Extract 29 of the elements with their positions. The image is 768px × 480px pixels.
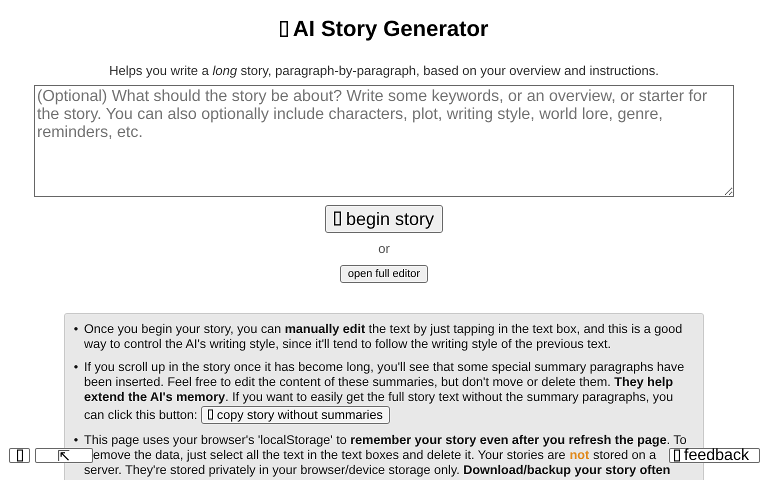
begin-story-button[interactable]: begin story: [324, 205, 444, 233]
tip-text: been inserted. Feel free to edit the content of these summaries, but don't move or delete them. They help: [84, 375, 674, 390]
bullet-marker: •: [72, 360, 80, 376]
tip-text: Once you begin your story, you can manually edit the text by just tapping in the text box, and this is a good: [84, 322, 682, 337]
tip-text: emove the data, just select all the text in the text boxes and delete it. Your stories are: [93, 448, 566, 463]
glyph-icon: [674, 449, 680, 462]
tip-text: This page uses your browser's 'localStorage' to remember your story even after you refresh the page. To: [84, 433, 687, 448]
tip-text: If you scroll up in the story once it has become long, you'll see that some special summary paragraphs have: [84, 360, 684, 375]
bullet-marker: •: [72, 433, 80, 449]
highlight-text: not: [570, 448, 590, 463]
overview-field[interactable]: (Optional) What should the story be about? Write some keywords, or an overview, or starter for the story. You can also optionally include characters, plot, writing style, world lore, genre, reminders, etc.: [34, 85, 734, 197]
tip-text: can click this button:: [84, 408, 198, 422]
feedback-button[interactable]: feedback: [669, 448, 760, 463]
bullet-marker: •: [72, 322, 80, 338]
glyph-icon: [280, 21, 288, 37]
subtitle: Helps you write a long story, paragraph-by-paragraph, based on your overview and instructions.: [109, 63, 659, 79]
glyph-button[interactable]: [9, 448, 30, 463]
glyph-icon: [208, 409, 214, 420]
glyph-icon: [16, 449, 22, 462]
expand-button[interactable]: ⇱: [35, 448, 93, 463]
page-title: AI Story Generator: [280, 16, 488, 42]
tip-text: server. They're stored privately in your browser/device storage only. Download/backup your story often: [84, 463, 670, 478]
open-editor-button[interactable]: open full editor: [340, 265, 428, 283]
copy-story-button[interactable]: copy story without summaries: [201, 406, 390, 424]
tip-text: stored on a: [593, 448, 656, 463]
glyph-icon: [334, 210, 341, 226]
or-text: or: [378, 241, 390, 256]
tip-text: way to control the AI's writing style, since it'll tend to follow the writing style of the previous text.: [84, 337, 611, 352]
tip-text: extend the AI's memory. If you want to easily get the full story text without the summary paragraphs, you: [84, 390, 674, 405]
